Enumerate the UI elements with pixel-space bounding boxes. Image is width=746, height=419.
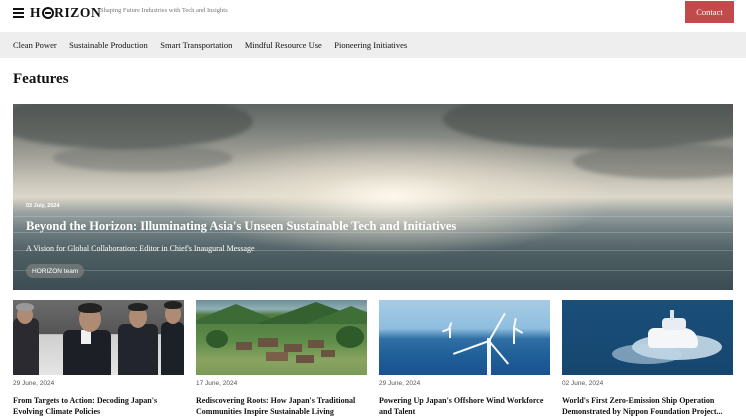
- article-card[interactable]: 29 June, 2024 Powering Up Japan's Offsho…: [379, 300, 550, 416]
- article-card[interactable]: 02 June, 2024 World's First Zero-Emissio…: [562, 300, 733, 416]
- nav-item-clean-power[interactable]: Clean Power: [13, 40, 57, 50]
- hero-wave: [13, 216, 733, 217]
- article-card[interactable]: 29 June, 2024 From Targets to Action: De…: [13, 300, 184, 416]
- article-thumbnail[interactable]: [379, 300, 550, 375]
- article-thumbnail[interactable]: [196, 300, 367, 375]
- article-date: 17 June, 2024: [196, 380, 238, 387]
- article-title[interactable]: Rediscovering Roots: How Japan's Traditi…: [196, 395, 367, 417]
- article-title[interactable]: Powering Up Japan's Offshore Wind Workfo…: [379, 395, 550, 417]
- hero-cloud: [573, 144, 733, 179]
- nav-item-mindful-resource-use[interactable]: Mindful Resource Use: [245, 40, 322, 50]
- article-title[interactable]: From Targets to Action: Decoding Japan's…: [13, 395, 184, 417]
- nav-item-smart-transportation[interactable]: Smart Transportation: [160, 40, 232, 50]
- hero-subtitle: A Vision for Global Collaboration: Edito…: [26, 244, 255, 253]
- hero-cloud: [13, 104, 253, 149]
- article-thumbnail[interactable]: [562, 300, 733, 375]
- article-date: 29 June, 2024: [379, 380, 421, 387]
- features-heading: Features: [13, 71, 69, 87]
- hamburger-menu-icon[interactable]: [13, 8, 24, 18]
- hero-feature-card[interactable]: 03 July, 2024 Beyond the Horizon: Illumi…: [13, 104, 733, 290]
- nav-item-pioneering-initiatives[interactable]: Pioneering Initiatives: [334, 40, 407, 50]
- hero-cloud: [53, 144, 233, 172]
- hero-title[interactable]: Beyond the Horizon: Illuminating Asia's …: [26, 219, 456, 234]
- author-badge[interactable]: HORIZON team: [26, 264, 85, 278]
- article-title[interactable]: World's First Zero-Emission Ship Operati…: [562, 395, 733, 417]
- hero-cloud: [443, 104, 733, 149]
- hero-wave: [13, 270, 733, 271]
- category-nav: Clean Power Sustainable Production Smart…: [0, 32, 746, 58]
- article-card[interactable]: 17 June, 2024 Rediscovering Roots: How J…: [196, 300, 367, 416]
- contact-button[interactable]: Contact: [685, 1, 734, 23]
- site-header: H RIZON Shaping Future Industries with Te…: [0, 0, 746, 32]
- article-thumbnail[interactable]: [13, 300, 184, 375]
- site-logo[interactable]: H RIZON: [30, 5, 101, 21]
- site-tagline: Shaping Future Industries with Tech and …: [100, 7, 228, 14]
- nav-item-sustainable-production[interactable]: Sustainable Production: [69, 40, 148, 50]
- article-date: 29 June, 2024: [13, 380, 55, 387]
- hero-date: 03 July, 2024: [26, 203, 60, 209]
- article-date: 02 June, 2024: [562, 380, 604, 387]
